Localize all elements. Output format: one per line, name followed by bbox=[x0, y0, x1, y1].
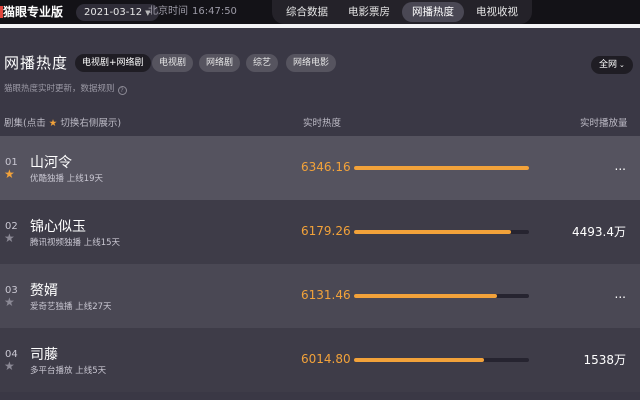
column-header-suffix: 切换右侧展示) bbox=[60, 118, 122, 129]
tab-tv-ratings[interactable]: 电视收视 bbox=[468, 2, 526, 22]
filter-web-movie[interactable]: 网络电影 bbox=[286, 54, 337, 72]
app-logo[interactable]: 猫眼专业版 bbox=[0, 3, 63, 21]
table-row[interactable]: 01 ★ 山河令 优酷独播 上线19天 6346.16 ... bbox=[0, 136, 640, 200]
series-name: 锦心似玉 bbox=[30, 219, 86, 235]
table-row[interactable]: 04 ★ 司藤 多平台播放 上线5天 6014.80 1538万 bbox=[0, 328, 640, 392]
play-count: 1538万 bbox=[583, 353, 626, 367]
series-name: 赘婿 bbox=[30, 283, 58, 299]
heat-bar bbox=[354, 294, 529, 298]
data-rule-note: 猫眼热度实时更新，数据规则? bbox=[4, 82, 127, 95]
tab-box-office[interactable]: 电影票房 bbox=[340, 2, 398, 22]
page-title: 网播热度 bbox=[4, 54, 69, 72]
platform: 多平台播放 bbox=[30, 366, 73, 376]
date-picker[interactable]: 2021-03-12 ▼ bbox=[76, 4, 159, 21]
series-meta: 多平台播放 上线5天 bbox=[30, 364, 106, 376]
star-icon[interactable]: ★ bbox=[4, 232, 15, 244]
scope-value: 全网 bbox=[599, 60, 618, 70]
star-icon[interactable]: ★ bbox=[4, 168, 15, 180]
column-header-name: 剧集(点击 ★ 切换右侧展示) bbox=[4, 115, 121, 129]
clock-label: 北京时间 bbox=[148, 6, 188, 17]
platform: 腾讯视频独播 bbox=[30, 238, 82, 248]
main-nav: 综合数据 电影票房 网播热度 电视收视 bbox=[272, 0, 532, 24]
heat-bar bbox=[354, 358, 529, 362]
tab-overview[interactable]: 综合数据 bbox=[278, 2, 336, 22]
days-online: 上线19天 bbox=[66, 174, 104, 184]
filter-tv-series[interactable]: 电视剧 bbox=[152, 54, 194, 72]
note-text: 猫眼热度实时更新，数据规则 bbox=[4, 84, 115, 94]
filter-tv-and-web-series[interactable]: 电视剧+网络剧 bbox=[75, 54, 151, 72]
chevron-down-icon: ⌄ bbox=[619, 61, 625, 69]
star-icon[interactable]: ★ bbox=[4, 360, 15, 372]
date-value: 2021-03-12 bbox=[84, 7, 143, 18]
table-row[interactable]: 02 ★ 锦心似玉 腾讯视频独播 上线15天 6179.26 4493.4万 bbox=[0, 200, 640, 264]
heat-bar-fill bbox=[354, 294, 497, 298]
tab-web-heat[interactable]: 网播热度 bbox=[402, 2, 464, 22]
days-online: 上线15天 bbox=[83, 238, 121, 248]
heat-value: 6346.16 bbox=[301, 160, 351, 174]
series-meta: 腾讯视频独播 上线15天 bbox=[30, 236, 120, 248]
platform: 爱奇艺独播 bbox=[30, 302, 73, 312]
filter-web-series[interactable]: 网络剧 bbox=[199, 54, 241, 72]
filter-variety[interactable]: 综艺 bbox=[246, 54, 279, 72]
heat-bar-fill bbox=[354, 358, 484, 362]
table-row[interactable]: 03 ★ 赘婿 爱奇艺独播 上线27天 6131.46 ... bbox=[0, 264, 640, 328]
heat-bar-fill bbox=[354, 230, 511, 234]
star-icon[interactable]: ★ bbox=[4, 296, 15, 308]
top-bar: 猫眼专业版 2021-03-12 ▼ 北京时间 16:47:50 综合数据 电影票房… bbox=[0, 0, 640, 24]
platform: 优酷独播 bbox=[30, 174, 65, 184]
series-name: 山河令 bbox=[30, 155, 72, 171]
heat-bar bbox=[354, 166, 529, 170]
heat-bar-fill bbox=[354, 166, 529, 170]
days-online: 上线27天 bbox=[75, 302, 112, 312]
heat-value: 6179.26 bbox=[301, 224, 351, 238]
clock-time: 16:47:50 bbox=[192, 6, 237, 17]
divider bbox=[0, 24, 640, 28]
column-header-heat: 实时热度 bbox=[303, 118, 342, 129]
heat-bar bbox=[354, 230, 529, 234]
series-name: 司藤 bbox=[30, 347, 58, 363]
series-meta: 优酷独播 上线19天 bbox=[30, 172, 103, 184]
scope-dropdown[interactable]: 全网 ⌄ bbox=[591, 56, 633, 74]
play-count: ... bbox=[614, 159, 626, 173]
heat-value: 6014.80 bbox=[301, 352, 351, 366]
play-count: 4493.4万 bbox=[572, 225, 626, 239]
heat-value: 6131.46 bbox=[301, 288, 351, 302]
star-icon: ★ bbox=[48, 118, 58, 129]
days-online: 上线5天 bbox=[75, 366, 107, 376]
column-header-play: 实时播放量 bbox=[580, 118, 628, 129]
clock: 北京时间 16:47:50 bbox=[148, 5, 237, 19]
series-meta: 爱奇艺独播 上线27天 bbox=[30, 300, 112, 312]
column-header-prefix: 剧集(点击 bbox=[4, 118, 46, 129]
play-count: ... bbox=[614, 287, 626, 301]
info-icon[interactable]: ? bbox=[117, 86, 127, 95]
